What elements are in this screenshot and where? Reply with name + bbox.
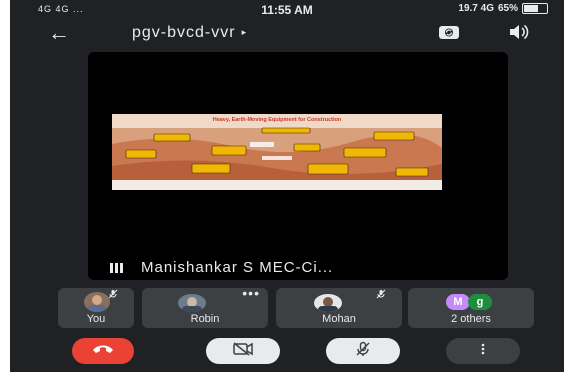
mic-off-icon xyxy=(108,289,118,302)
participant-tile-mohan[interactable]: Mohan xyxy=(276,288,402,328)
participant-tile-you[interactable]: You xyxy=(58,288,134,328)
end-call-button[interactable] xyxy=(72,338,134,364)
participant-name: 2 others xyxy=(451,313,491,325)
participant-tile-others[interactable]: M g 2 others xyxy=(408,288,534,328)
presentation-tile[interactable]: Heavy, Earth-Moving Equipment for Constr… xyxy=(88,52,508,280)
network-speed: 19.7 4G xyxy=(458,3,494,14)
slide-title: Heavy, Earth-Moving Equipment for Constr… xyxy=(212,117,342,123)
speaker-icon[interactable] xyxy=(508,23,530,46)
camera-toggle-button[interactable] xyxy=(206,338,280,364)
meeting-code-text: pgv-bvcd-vvr xyxy=(132,24,236,41)
avatar xyxy=(178,294,206,312)
audio-level-icon xyxy=(110,262,123,273)
video-off-icon xyxy=(232,341,254,361)
avatar xyxy=(84,292,110,312)
presenter-label: Manishankar S MEC-Ci... xyxy=(110,259,333,276)
presenter-name: Manishankar S MEC-Ci... xyxy=(141,259,334,276)
shared-slide: Heavy, Earth-Moving Equipment for Constr… xyxy=(112,114,442,190)
avatar-m: M xyxy=(446,294,470,310)
participant-name: Robin xyxy=(190,313,220,325)
more-options-icon[interactable]: ••• xyxy=(242,285,260,301)
camera-switch-icon[interactable] xyxy=(438,23,460,46)
arrow-left-icon[interactable]: ← xyxy=(48,22,70,44)
battery-percent: 65% xyxy=(497,3,518,14)
participant-tile-robin[interactable]: ••• Robin xyxy=(142,285,268,328)
mic-off-icon xyxy=(355,341,371,362)
battery-icon xyxy=(522,3,548,14)
caret-right-icon: ▸ xyxy=(241,27,248,38)
mic-toggle-button[interactable] xyxy=(326,338,400,364)
more-vertical-icon xyxy=(481,342,485,360)
status-right: 19.7 4G 65% xyxy=(458,3,548,14)
phone-hangup-icon xyxy=(92,342,114,360)
participant-name: Mohan xyxy=(322,313,356,325)
mic-off-icon xyxy=(376,289,386,302)
more-options-button[interactable] xyxy=(446,338,520,364)
avatar xyxy=(314,294,342,312)
participant-name: You xyxy=(86,313,106,325)
slide-image xyxy=(112,114,442,190)
top-bar: ← pgv-bvcd-vvr ▸ xyxy=(10,20,564,48)
meet-screen: 4G 4G ... 11:55 AM 19.7 4G 65% ← pgv-bvc… xyxy=(10,0,564,372)
avatar-g: g xyxy=(468,294,492,310)
meeting-code[interactable]: pgv-bvcd-vvr ▸ xyxy=(132,24,247,42)
status-bar: 4G 4G ... 11:55 AM 19.7 4G 65% xyxy=(10,0,564,20)
